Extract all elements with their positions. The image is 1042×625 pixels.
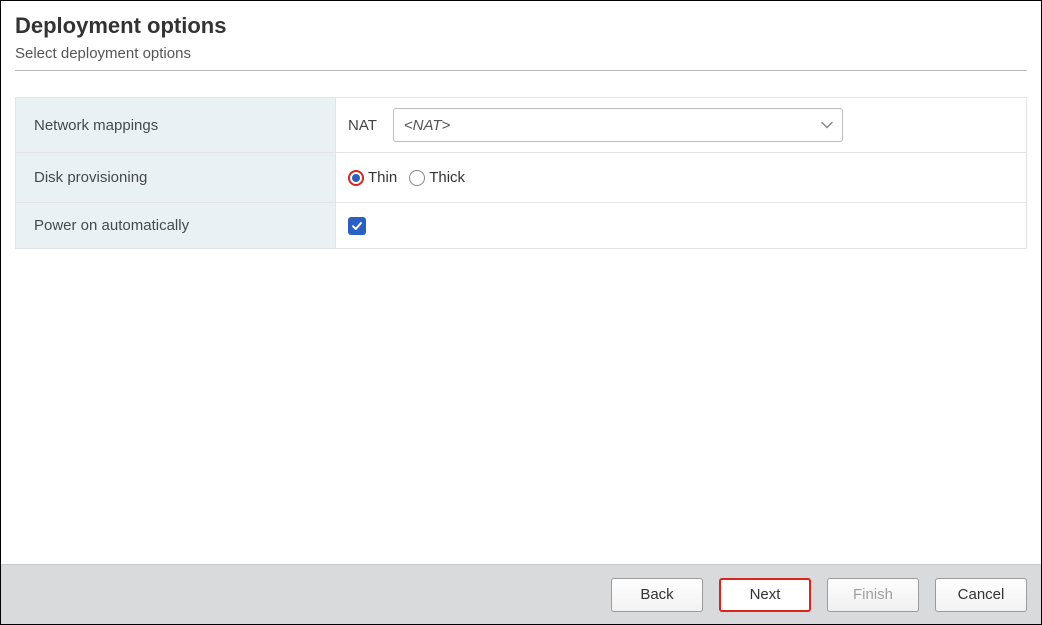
radio-thin-label: Thin: [368, 169, 397, 186]
row-power-on: Power on automatically: [16, 203, 1027, 249]
disk-provisioning-radios: Thin Thick: [346, 163, 1016, 192]
check-icon: [351, 220, 363, 232]
row-disk-provisioning: Disk provisioning Thin Thick: [16, 153, 1027, 203]
back-button[interactable]: Back: [611, 578, 703, 612]
wizard-footer: Back Next Finish Cancel: [1, 564, 1041, 624]
radio-dot-icon: [352, 174, 360, 182]
header-divider: [15, 70, 1027, 71]
checkbox-power-on[interactable]: [348, 217, 366, 235]
finish-button: Finish: [827, 578, 919, 612]
label-power-on: Power on automatically: [16, 203, 336, 249]
label-disk-provisioning: Disk provisioning: [16, 153, 336, 203]
radio-thick-label: Thick: [429, 169, 465, 186]
page-title: Deployment options: [15, 13, 1027, 39]
network-mapping-field-label: NAT: [346, 117, 383, 134]
network-mapping-row: NAT <NAT>: [346, 108, 1016, 142]
value-power-on: [336, 203, 1027, 249]
row-network-mappings: Network mappings NAT <NAT>: [16, 98, 1027, 153]
network-select-wrap: <NAT>: [393, 108, 843, 142]
next-button[interactable]: Next: [719, 578, 811, 612]
network-select[interactable]: <NAT>: [393, 108, 843, 142]
radio-thick[interactable]: [409, 170, 425, 186]
label-network-mappings: Network mappings: [16, 98, 336, 153]
network-select-value: <NAT>: [404, 117, 450, 134]
value-disk-provisioning: Thin Thick: [336, 153, 1027, 203]
wizard-content: Deployment options Select deployment opt…: [1, 1, 1041, 564]
deployment-options-table: Network mappings NAT <NAT> Disk provisio…: [15, 97, 1027, 249]
radio-thin[interactable]: [348, 170, 364, 186]
value-network-mappings: NAT <NAT>: [336, 98, 1027, 153]
page-subtitle: Select deployment options: [15, 45, 1027, 62]
cancel-button[interactable]: Cancel: [935, 578, 1027, 612]
